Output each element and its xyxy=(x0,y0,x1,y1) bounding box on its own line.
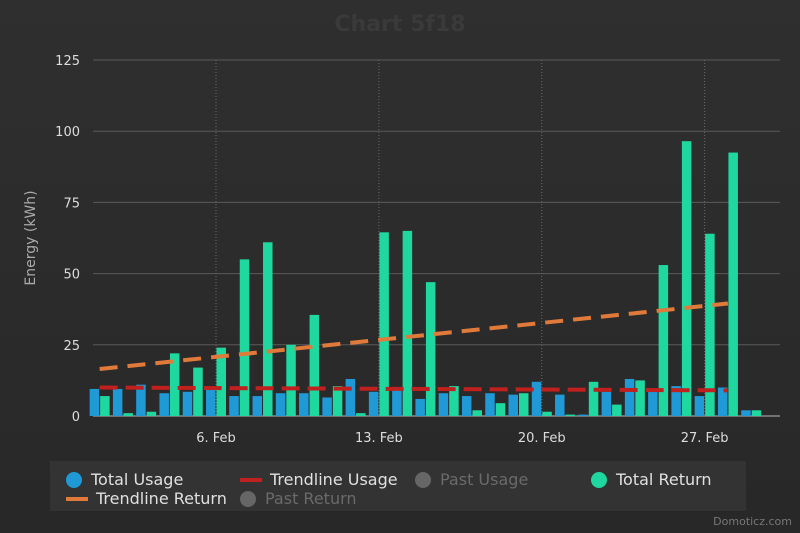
y-axis-label: Energy (kWh) xyxy=(23,190,39,285)
bar-return xyxy=(588,381,599,416)
bar-usage xyxy=(89,388,100,416)
bar-return xyxy=(146,411,157,416)
legend-dot-icon xyxy=(66,471,82,488)
bar-usage xyxy=(555,394,565,416)
bar-usage xyxy=(182,391,193,416)
bar-usage xyxy=(345,378,356,416)
y-axis-ticks: 0 25 50 75 100 125 xyxy=(55,54,80,425)
bar-usage xyxy=(438,393,449,416)
x-tick-label: 13. Feb xyxy=(355,431,403,446)
x-tick-label: 6. Feb xyxy=(196,431,236,446)
legend-label: Total Usage xyxy=(91,470,184,489)
credit-text: Domoticz.com xyxy=(713,515,792,528)
bar-usage xyxy=(252,396,263,416)
legend-label: Trendline Usage xyxy=(270,470,398,489)
trendline-return xyxy=(99,301,729,371)
legend-label: Past Return xyxy=(265,489,357,508)
bar-return xyxy=(193,367,203,416)
bar-return xyxy=(100,396,110,416)
legend-label: Total Return xyxy=(616,470,712,489)
bar-usage xyxy=(112,388,123,416)
x-axis-ticks: 6. Feb 13. Feb 20. Feb 27. Feb xyxy=(196,431,728,446)
legend-item-past-usage[interactable]: Past Usage xyxy=(415,470,528,489)
bar-return xyxy=(495,403,506,416)
bar-usage xyxy=(159,393,169,416)
bar-usage xyxy=(578,414,588,416)
bar-usage xyxy=(485,393,495,416)
bar-return xyxy=(239,259,250,416)
bar-usage xyxy=(275,393,286,416)
legend-dash-icon xyxy=(66,496,88,501)
bar-return xyxy=(518,393,529,416)
y-tick-label: 25 xyxy=(63,339,80,354)
legend-item-total-usage[interactable]: Total Usage xyxy=(66,470,183,489)
legend-label: Trendline Return xyxy=(96,489,227,508)
legend-dot-icon xyxy=(415,471,431,488)
bar-return xyxy=(565,414,576,416)
bar-usage xyxy=(531,381,542,416)
bar-return xyxy=(123,413,133,416)
bar-return xyxy=(681,141,692,416)
bar-return xyxy=(356,413,366,416)
bar-return xyxy=(612,404,622,416)
bar-return xyxy=(658,265,669,416)
energy-chart: Chart 5f18 0 25 50 75 100 125 6. Feb 13. Feb 20… xyxy=(23,12,780,446)
chart-title: Chart 5f18 xyxy=(334,12,465,37)
bar-usage xyxy=(392,387,402,416)
x-tick-label: 20. Feb xyxy=(518,431,566,446)
legend-dot-icon xyxy=(591,471,607,488)
bar-usage xyxy=(648,391,658,416)
bar-usage xyxy=(461,396,472,416)
bar-usage xyxy=(415,398,425,416)
legend-item-trendline-return[interactable]: Trendline Return xyxy=(66,489,227,508)
bar-usage xyxy=(741,410,751,416)
bar-return xyxy=(728,152,738,416)
bar-usage xyxy=(322,397,332,416)
legend-label: Past Usage xyxy=(440,470,529,489)
legend-item-trendline-usage[interactable]: Trendline Usage xyxy=(240,470,398,489)
legend: Total Usage Trendline Usage Past Usage Tota… xyxy=(50,461,746,511)
bar-return xyxy=(635,380,645,416)
y-tick-label: 125 xyxy=(55,54,80,69)
bar-return xyxy=(751,410,762,416)
bar-usage xyxy=(205,387,216,416)
y-tick-label: 100 xyxy=(55,125,80,140)
bar-return xyxy=(425,282,436,416)
bar-usage xyxy=(624,378,635,416)
bar-return xyxy=(542,411,552,416)
bar-return xyxy=(309,314,320,416)
bar-return xyxy=(402,230,413,416)
grid xyxy=(93,59,780,417)
y-tick-label: 75 xyxy=(63,196,80,211)
trendline-usage xyxy=(99,385,728,393)
bar-usage xyxy=(508,394,518,416)
bar-usage xyxy=(601,391,612,416)
legend-item-total-return[interactable]: Total Return xyxy=(591,470,712,489)
y-tick-label: 50 xyxy=(63,268,80,283)
legend-item-past-return[interactable]: Past Return xyxy=(240,489,357,508)
bar-usage xyxy=(368,391,379,416)
legend-dot-icon xyxy=(240,490,256,507)
bar-return xyxy=(286,344,296,416)
legend-dash-icon xyxy=(240,477,262,482)
bar-return xyxy=(472,410,482,416)
bar-usage xyxy=(299,393,309,416)
x-tick-label: 27. Feb xyxy=(681,431,729,446)
bars xyxy=(89,141,762,416)
bar-usage xyxy=(229,396,239,416)
y-tick-label: 0 xyxy=(72,410,80,425)
bar-usage xyxy=(694,396,705,416)
